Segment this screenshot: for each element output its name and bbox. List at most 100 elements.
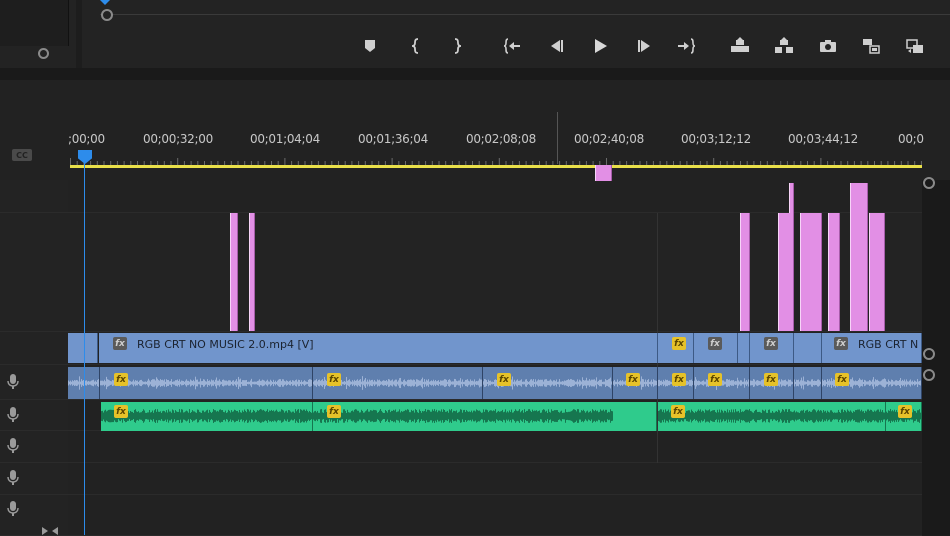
track-a5[interactable]: [68, 495, 922, 536]
audio-clip[interactable]: [794, 367, 822, 399]
captions-icon[interactable]: CC: [12, 149, 32, 161]
scroll-knob-audio[interactable]: [923, 369, 935, 381]
adjustment-clip[interactable]: [800, 213, 822, 331]
track-header-v1[interactable]: [0, 332, 68, 365]
adjustment-clip[interactable]: [740, 213, 750, 331]
audio-clip[interactable]: fx: [658, 367, 694, 399]
lift-button[interactable]: [727, 34, 753, 58]
scroll-knob-mid[interactable]: [923, 348, 935, 360]
track-header-v2[interactable]: [0, 213, 68, 332]
fx-badge[interactable]: fx: [327, 405, 341, 418]
audio-clip[interactable]: fx: [750, 367, 794, 399]
track-header-a5[interactable]: [0, 495, 68, 536]
adjustment-clip[interactable]: [828, 213, 840, 331]
left-scroll-knob[interactable]: [38, 48, 49, 59]
go-to-in-button[interactable]: [499, 34, 525, 58]
play-button[interactable]: [587, 34, 613, 58]
audio-clip[interactable]: fx: [483, 367, 613, 399]
adjustment-clip[interactable]: [778, 213, 794, 331]
music-clip[interactable]: fx: [313, 402, 657, 431]
edit-point-line: [557, 112, 558, 164]
scroll-knob-top[interactable]: [923, 177, 935, 189]
fx-badge[interactable]: fx: [497, 373, 511, 386]
music-clip[interactable]: fx: [101, 402, 313, 431]
step-forward-icon: [638, 40, 650, 52]
camera-icon: [820, 40, 836, 52]
ruler-label: 00;0: [898, 132, 924, 146]
microphone-icon[interactable]: [6, 438, 20, 454]
insert-button[interactable]: [858, 34, 884, 58]
fx-badge[interactable]: fx: [708, 373, 722, 386]
extract-icon: [775, 37, 793, 53]
adjustment-clip[interactable]: [869, 213, 885, 331]
fx-badge[interactable]: fx: [114, 405, 128, 418]
fx-badge[interactable]: fx: [834, 337, 848, 350]
fx-badge[interactable]: fx: [708, 337, 722, 350]
panel-divider[interactable]: [0, 68, 950, 80]
step-back-button[interactable]: [543, 34, 569, 58]
waveform: [101, 409, 312, 423]
collapse-icon[interactable]: [42, 525, 58, 535]
track-header-a4[interactable]: [0, 463, 68, 495]
music-clip[interactable]: fx: [658, 402, 886, 431]
program-scrub-track[interactable]: [100, 14, 950, 15]
adjustment-clip[interactable]: [789, 183, 794, 213]
clip-name: RGB CRT N: [858, 338, 919, 351]
audio-clip[interactable]: fx: [822, 367, 922, 399]
mark-out-button[interactable]: [444, 34, 470, 58]
fx-badge[interactable]: fx: [672, 373, 686, 386]
ruler-label: 00;03;44;12: [788, 132, 858, 146]
mark-in-button[interactable]: [403, 34, 429, 58]
video-clip[interactable]: fx: [694, 333, 738, 363]
fx-badge[interactable]: fx: [327, 373, 341, 386]
fx-badge[interactable]: fx: [764, 337, 778, 350]
microphone-icon[interactable]: [6, 501, 20, 517]
export-frame-button[interactable]: [815, 34, 841, 58]
fx-badge[interactable]: fx: [672, 337, 686, 350]
microphone-icon[interactable]: [6, 407, 20, 423]
adjustment-clip[interactable]: [595, 165, 612, 181]
program-zoom-knob[interactable]: [101, 9, 113, 21]
music-clip[interactable]: fx: [886, 402, 922, 431]
microphone-icon[interactable]: [6, 374, 20, 390]
step-forward-button[interactable]: [632, 34, 658, 58]
video-clip[interactable]: fx: [750, 333, 794, 363]
adjustment-clip[interactable]: [249, 213, 255, 331]
adjustment-clip[interactable]: [230, 213, 238, 331]
fx-badge[interactable]: fx: [835, 373, 849, 386]
time-ruler[interactable]: ;00;00 00;00;32;00 00;01;04;04 00;01;36;…: [68, 112, 924, 180]
fx-badge[interactable]: fx: [113, 337, 127, 350]
adjustment-clip[interactable]: [850, 183, 868, 331]
fx-badge[interactable]: fx: [626, 373, 640, 386]
track-a4[interactable]: [68, 463, 922, 495]
audio-clip[interactable]: fx: [100, 367, 313, 399]
track-header-v3[interactable]: [0, 180, 68, 213]
extract-button[interactable]: [771, 34, 797, 58]
go-to-out-button[interactable]: [673, 34, 699, 58]
fx-badge[interactable]: fx: [898, 405, 912, 418]
video-clip[interactable]: fx: [658, 333, 694, 363]
audio-clip[interactable]: fx: [694, 367, 750, 399]
waveform: [100, 376, 312, 390]
audio-clip[interactable]: fx: [613, 367, 658, 399]
microphone-icon[interactable]: [6, 470, 20, 486]
add-marker-button[interactable]: [357, 34, 383, 58]
playhead-line[interactable]: [84, 150, 85, 535]
video-clip[interactable]: fx RGB CRT NO MUSIC 2.0.mp4 [V]: [99, 333, 658, 363]
track-a3[interactable]: [68, 431, 922, 463]
fx-badge[interactable]: fx: [764, 373, 778, 386]
video-clip[interactable]: [68, 333, 98, 363]
track-header-a1[interactable]: [0, 365, 68, 400]
waveform: [658, 409, 885, 423]
fx-badge[interactable]: fx: [671, 405, 685, 418]
fx-badge[interactable]: fx: [114, 373, 128, 386]
video-clip[interactable]: [738, 333, 750, 363]
video-clip[interactable]: [794, 333, 822, 363]
overwrite-button[interactable]: [902, 34, 928, 58]
audio-clip[interactable]: fx: [313, 367, 483, 399]
work-area-bar[interactable]: [70, 165, 922, 168]
ruler-label: 00;00;32;00: [143, 132, 213, 146]
track-header-a2[interactable]: [0, 400, 68, 431]
video-clip[interactable]: fx RGB CRT N: [822, 333, 922, 363]
track-header-a3[interactable]: [0, 431, 68, 463]
